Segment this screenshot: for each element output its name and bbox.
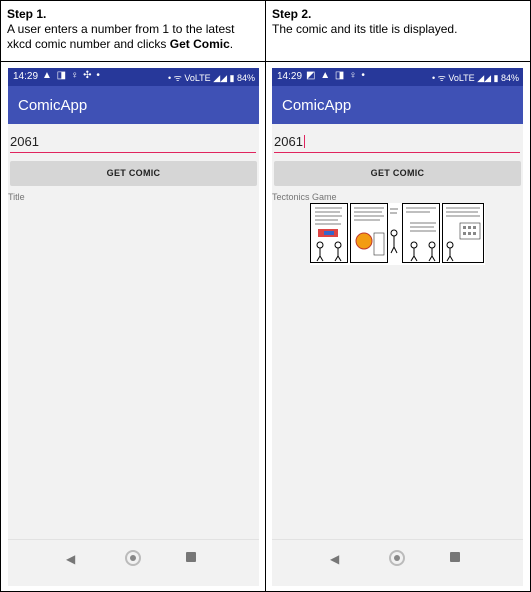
back-icon[interactable]: ◀ [330,552,339,566]
status-bar: 14:29 ▲ ◨ ♀ ✣ • • ᯤ VoLTE ◢◢ ▮ 84% [8,68,259,86]
status-notification-icons: ▲ ◨ ♀ ✣ • [42,70,101,81]
android-nav-bar: ◀ [272,539,523,580]
android-nav-bar: ◀ [8,539,259,580]
step-1-description-bold: Get Comic [169,37,230,51]
get-comic-button[interactable]: GET COMIC [10,161,257,186]
app-title: ComicApp [18,97,88,114]
recents-icon[interactable] [186,552,196,562]
status-notification-icons: ◩ ▲ ◨ ♀ • [306,70,366,81]
status-bar: 14:29 ◩ ▲ ◨ ♀ • • ᯤ VoLTE ◢◢ ▮ 84% [272,68,523,86]
app-title: ComicApp [282,97,352,114]
app-bar: ComicApp [8,86,259,124]
home-icon[interactable] [389,550,405,566]
comic-number-input[interactable]: 2061 [274,132,520,153]
status-system-icons: • ᯤ VoLTE ◢◢ ▮ 84% [167,73,255,83]
comic-number-input[interactable]: 2061 [10,132,256,153]
step-1-description-end: . [229,37,234,51]
phone-screenshot-step-1: 14:29 ▲ ◨ ♀ ✣ • • ᯤ VoLTE ◢◢ ▮ 84% Comic… [8,68,259,586]
comic-title: Tectonics Game [272,192,337,202]
home-icon[interactable] [125,550,141,566]
step-2-description: The comic and its title is displayed. [272,22,458,36]
status-time: 14:29 [277,71,303,82]
comic-title: Title [8,192,25,202]
step-1-heading: Step 1. [7,7,47,21]
comic-number-value: 2061 [274,134,303,149]
row-divider [1,61,530,62]
comic-number-value: 2061 [10,134,39,149]
back-icon[interactable]: ◀ [66,552,75,566]
step-2-caption: Step 2. The comic and its title is displ… [272,7,526,37]
status-time: 14:29 [13,71,39,82]
get-comic-button[interactable]: GET COMIC [274,161,521,186]
phone-screenshot-step-2: 14:29 ◩ ▲ ◨ ♀ • • ᯤ VoLTE ◢◢ ▮ 84% Comic… [272,68,523,586]
recents-icon[interactable] [450,552,460,562]
step-1-caption: Step 1. A user enters a number from 1 to… [7,7,261,52]
app-bar: ComicApp [272,86,523,124]
text-caret [303,135,305,148]
xkcd-comic-image [310,203,485,265]
column-divider [265,1,266,591]
status-system-icons: • ᯤ VoLTE ◢◢ ▮ 84% [431,73,519,83]
step-2-heading: Step 2. [272,7,312,21]
